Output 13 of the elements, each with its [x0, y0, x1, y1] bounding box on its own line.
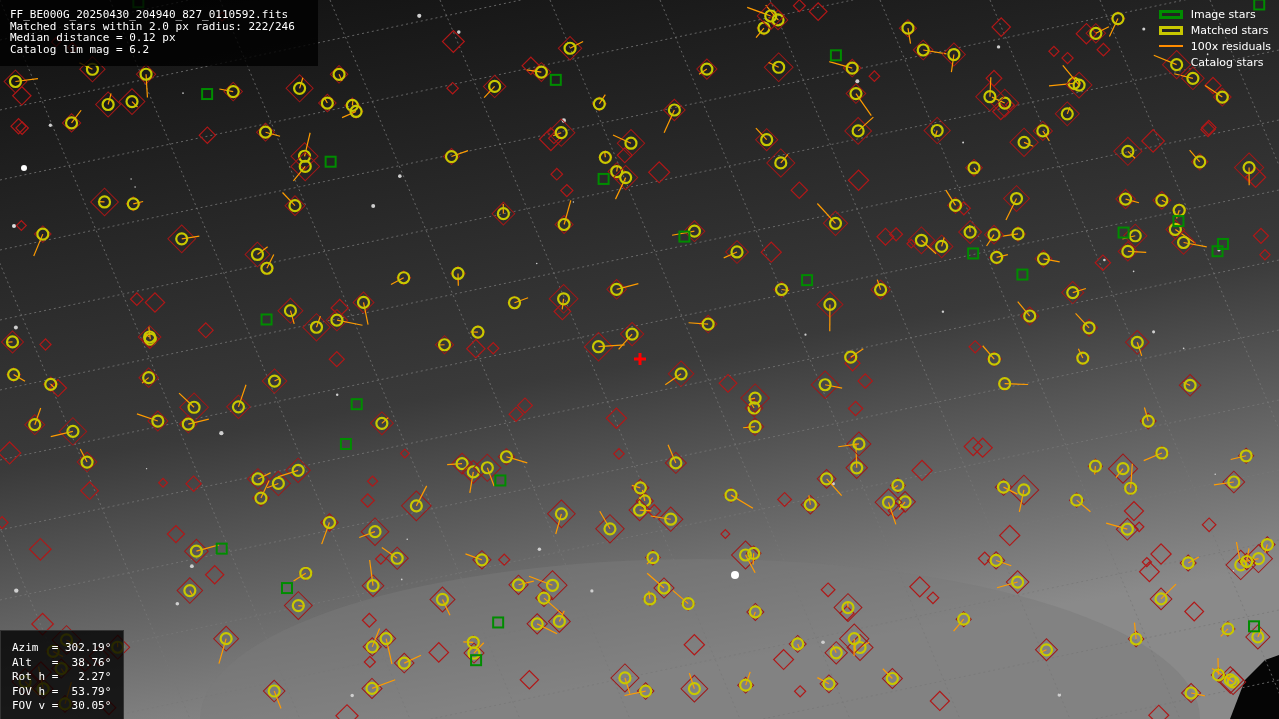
info-text: Median distance = 0.12 px [10, 32, 176, 44]
legend-label: Catalog stars [1190, 55, 1264, 69]
pointing-text: Rot h = 2.27° [12, 670, 112, 685]
info-text: Catalog lim mag = 6.2 [10, 43, 150, 55]
legend-label: Image stars [1190, 7, 1256, 21]
legend-label: Matched stars [1190, 23, 1269, 37]
info-text: FF_BE000G_20250430_204940_827_0110592.fits [10, 9, 289, 21]
info-text: Matched stars within 2.0 px radius: 222/246 [10, 20, 295, 32]
pointing-text: Azim = 302.19° [12, 641, 112, 656]
pointing-text: FOV h = 53.79° [12, 684, 112, 699]
pointing-text: FOV v = 30.05° [12, 699, 112, 714]
legend-label: 100x residuals [1190, 39, 1271, 53]
pointing-text: Alt = 38.76° [12, 655, 112, 670]
